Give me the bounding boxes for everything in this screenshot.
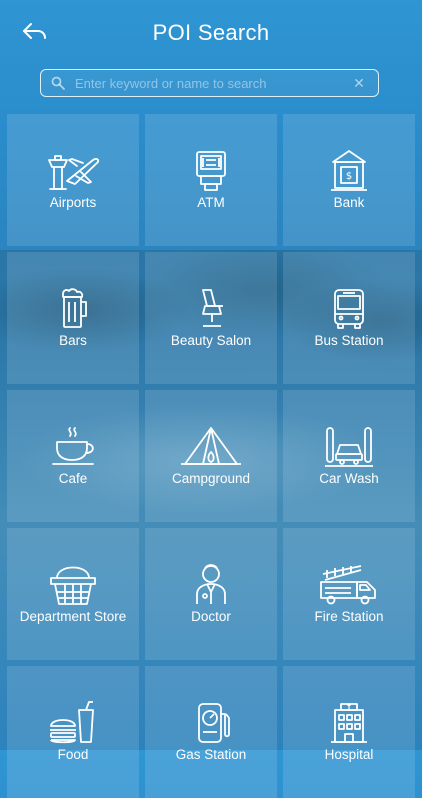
salon-chair-icon	[179, 286, 243, 332]
category-label: Campground	[171, 471, 251, 486]
category-label: Bus Station	[314, 333, 384, 348]
clear-icon[interactable]: ✕	[352, 76, 366, 90]
category-tile-cafe[interactable]: Cafe	[7, 390, 139, 522]
car-wash-icon	[317, 424, 381, 470]
coffee-cup-icon	[41, 424, 105, 470]
category-label: Hospital	[324, 747, 374, 762]
airport-icon	[41, 148, 105, 194]
page-title: POI Search	[152, 20, 270, 45]
atm-icon	[179, 148, 243, 194]
category-tile-food[interactable]: Food	[7, 666, 139, 798]
category-tile-beauty-salon[interactable]: Beauty Salon	[145, 252, 277, 384]
shopping-basket-icon	[41, 562, 105, 608]
category-label: ATM	[197, 195, 225, 210]
svg-text:$: $	[346, 171, 352, 182]
category-tile-doctor[interactable]: Doctor	[145, 528, 277, 660]
doctor-icon	[179, 562, 243, 608]
category-tile-gas-station[interactable]: Gas Station	[145, 666, 277, 798]
search-input[interactable]	[75, 75, 352, 91]
search-bar: ✕	[40, 69, 379, 97]
category-tile-bus-station[interactable]: Bus Station	[283, 252, 415, 384]
category-label: Car Wash	[319, 471, 379, 486]
fast-food-icon	[41, 700, 105, 746]
bus-icon	[317, 286, 381, 332]
category-tile-campground[interactable]: Campground	[145, 390, 277, 522]
tent-icon	[179, 424, 243, 470]
fire-truck-icon	[317, 562, 381, 608]
category-label: Beauty Salon	[170, 333, 252, 348]
category-tile-department-store[interactable]: Department Store	[7, 528, 139, 660]
category-label: Gas Station	[175, 747, 247, 762]
category-tile-atm[interactable]: ATM	[145, 114, 277, 246]
category-tile-bank[interactable]: $ Bank	[283, 114, 415, 246]
gas-pump-icon	[179, 700, 243, 746]
category-tile-bars[interactable]: Bars	[7, 252, 139, 384]
category-label: Food	[57, 747, 89, 762]
category-label: Fire Station	[314, 609, 384, 624]
category-label: Cafe	[58, 471, 88, 486]
category-label: Bank	[333, 195, 365, 210]
category-label: Doctor	[191, 609, 231, 624]
search-icon	[51, 76, 65, 90]
app-header: POI Search	[0, 0, 422, 64]
bank-icon: $	[317, 148, 381, 194]
hospital-icon	[317, 700, 381, 746]
category-tile-hospital[interactable]: Hospital	[283, 666, 415, 798]
category-tile-fire-station[interactable]: Fire Station	[283, 528, 415, 660]
category-grid: Airports ATM $ Bank Bars Beauty Salon Bu…	[7, 114, 415, 798]
category-tile-airports[interactable]: Airports	[7, 114, 139, 246]
category-tile-car-wash[interactable]: Car Wash	[283, 390, 415, 522]
beer-icon	[41, 286, 105, 332]
category-label: Airports	[49, 195, 97, 210]
category-label: Bars	[59, 333, 87, 348]
category-label: Department Store	[19, 609, 127, 624]
